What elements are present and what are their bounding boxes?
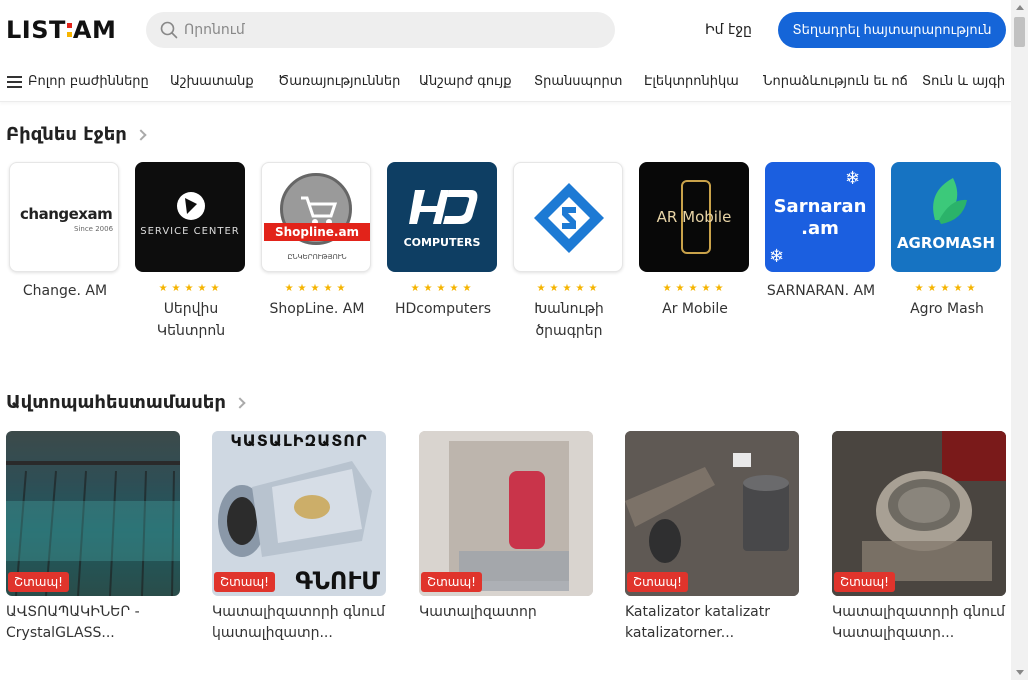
page-scrollbar[interactable] [1011, 0, 1028, 680]
business-card[interactable]: ❄ ❄ Sarnaran .am SARNARAN. AM [765, 162, 877, 302]
nav-item-home-garden[interactable]: Տուն և այգի [922, 74, 1005, 89]
leaf-icon [933, 178, 967, 224]
chevron-right-icon [234, 397, 246, 409]
logo-wordmark: AGROMASH [896, 234, 996, 252]
urgent-badge: Շտապ! [214, 572, 275, 592]
business-card[interactable]: AGROMASH ★★★★★ Agro Mash [891, 162, 1003, 320]
nav-all-categories[interactable]: Բոլոր բաժինները [28, 74, 149, 89]
business-card[interactable]: ★★★★★ Խանութի ծրագրեր [513, 162, 625, 342]
listing-card[interactable]: Շտապ! Կատալիզատորի գնում Կատալիզատր... [832, 431, 1006, 644]
urgent-badge: Շտապ! [627, 572, 688, 592]
nav-item-fashion[interactable]: Նորաձևություն եւ ոճ [763, 74, 908, 89]
scroll-down-icon[interactable] [1016, 670, 1024, 675]
scrollbar-thumb[interactable] [1014, 17, 1025, 47]
listing-image: Շտապ! [6, 431, 180, 596]
business-name: Խանութի ծրագրեր [534, 301, 604, 339]
business-card[interactable]: AR Mobile ★★★★★ Ar Mobile [639, 162, 751, 320]
snowflake-icon: ❄ [845, 168, 861, 189]
nav-item-electronics[interactable]: Էլեկտրոնիկա [644, 74, 739, 89]
listing-title: ԱՎՏՈԱՊԱԿԻՆԵՐ - CrystalGLASS... [6, 604, 140, 641]
business-card[interactable]: Shopline.am ԸՆԿԵՐՈՒԹՅՈՒՆ ★★★★★ ShopLine.… [261, 162, 373, 320]
business-card[interactable]: COMPUTERS ★★★★★ HDcomputers [387, 162, 499, 320]
listing-card[interactable]: Շտապ! ԱՎՏՈԱՊԱԿԻՆԵՐ - CrystalGLASS... [6, 431, 180, 644]
hd-logo-icon [409, 190, 478, 224]
search-bar[interactable] [146, 12, 615, 48]
nav-item-transport[interactable]: Տրանսպորտ [534, 74, 622, 89]
business-name: Ar Mobile [662, 301, 728, 317]
rating-stars: ★★★★★ [662, 283, 728, 294]
business-logo: Shopline.am ԸՆԿԵՐՈՒԹՅՈՒՆ [261, 162, 371, 272]
business-name: HDcomputers [394, 301, 492, 317]
listing-image: Շտապ! [625, 431, 799, 596]
diamond-logo-icon [534, 183, 604, 253]
business-section-title[interactable]: Բիզնես էջեր [6, 124, 147, 145]
search-icon [160, 21, 178, 39]
logo-subtext: Since 2006 [74, 225, 114, 233]
auto-section-title[interactable]: Ավտոպահեստամասեր [6, 392, 246, 413]
business-name: Սերվիս Կենտրոն [156, 301, 226, 339]
business-logo: AR Mobile [639, 162, 749, 272]
scroll-up-icon[interactable] [1016, 5, 1024, 10]
business-logo: AGROMASH [891, 162, 1001, 272]
business-card[interactable]: SERVICE CENTER ★★★★★ Սերվիս Կենտրոն [135, 162, 247, 342]
menu-icon[interactable] [7, 76, 22, 88]
post-ad-button[interactable]: Տեղադրել հայտարարություն [778, 12, 1006, 48]
logo-wordmark: AR Mobile [656, 208, 732, 226]
business-title-text: Բիզնես էջեր [6, 124, 127, 145]
header: LIST AM Իմ էջը Տեղադրել հայտարարություն [0, 0, 1011, 62]
logo-wordmark: COMPUTERS [403, 236, 481, 249]
page: LIST AM Իմ էջը Տեղադրել հայտարարություն … [0, 0, 1011, 680]
rating-stars: ★★★★★ [914, 283, 980, 294]
business-name: Agro Mash [910, 301, 984, 317]
nav-item-jobs[interactable]: Աշխատանք [170, 74, 254, 89]
logo-wordmark: Shopline.am [264, 223, 370, 241]
rating-stars: ★★★★★ [158, 283, 224, 294]
nav-item-services[interactable]: Ծառայություններ [278, 74, 400, 89]
logo-wordmark: Sarnaran .am [773, 196, 867, 239]
business-card[interactable]: changexam Since 2006 Change. AM [9, 162, 121, 302]
urgent-badge: Շտապ! [421, 572, 482, 592]
listing-image: Շտապ! [832, 431, 1006, 596]
business-logo: SERVICE CENTER [135, 162, 245, 272]
listing-title: Katalizator katalizatr katalizatorner... [625, 604, 771, 641]
listing-image: ԿԱՏԱԼԻԶԱՏՈՐ ԳՆՈՒՄ Շտապ! [212, 431, 386, 596]
chevron-right-icon [135, 129, 147, 141]
listing-title: Կատալիզատոր [419, 604, 537, 620]
listing-title: Կատալիզատորի գնում Կատալիզատր... [832, 604, 1005, 641]
listing-image: Շտապ! [419, 431, 593, 596]
logo-wordmark: changexam [20, 205, 113, 223]
business-name: ShopLine. AM [269, 301, 365, 317]
auto-title-text: Ավտոպահեստամասեր [6, 392, 226, 413]
nav-item-real-estate[interactable]: Անշարժ գույք [419, 74, 512, 89]
logo-dots [66, 23, 72, 37]
rating-stars: ★★★★★ [284, 283, 350, 294]
rating-stars: ★★★★★ [536, 283, 602, 294]
site-logo[interactable]: LIST AM [6, 16, 116, 44]
business-logo: changexam Since 2006 [9, 162, 119, 272]
service-center-logo-icon [177, 192, 205, 220]
business-name: Change. AM [22, 283, 108, 299]
listing-card[interactable]: Շտապ! Katalizator katalizatr katalizator… [625, 431, 799, 644]
rating-stars: ★★★★★ [410, 283, 476, 294]
logo-subtext: ԸՆԿԵՐՈՒԹՅՈՒՆ [287, 253, 347, 261]
urgent-badge: Շտապ! [834, 572, 895, 592]
business-logo: ❄ ❄ Sarnaran .am [765, 162, 875, 272]
business-name: SARNARAN. AM [766, 283, 876, 299]
listing-card[interactable]: Շտապ! Կատալիզատոր [419, 431, 593, 623]
my-page-link[interactable]: Իմ էջը [705, 22, 752, 38]
logo-text-right: AM [72, 16, 117, 44]
business-logo [513, 162, 623, 272]
category-nav: Բոլոր բաժինները Աշխատանք Ծառայություններ… [0, 62, 1011, 102]
urgent-badge: Շտապ! [8, 572, 69, 592]
listing-title: Կատալիզատորի գնում կատալիզատր... [212, 604, 385, 641]
snowflake-icon: ❄ [769, 246, 785, 267]
search-input[interactable] [184, 22, 584, 38]
logo-text-left: LIST [6, 16, 66, 44]
logo-wordmark: SERVICE CENTER [140, 226, 240, 237]
business-logo: COMPUTERS [387, 162, 497, 272]
listing-card[interactable]: ԿԱՏԱԼԻԶԱՏՈՐ ԳՆՈՒՄ Շտապ! Կատալիզատորի գնո… [212, 431, 386, 644]
